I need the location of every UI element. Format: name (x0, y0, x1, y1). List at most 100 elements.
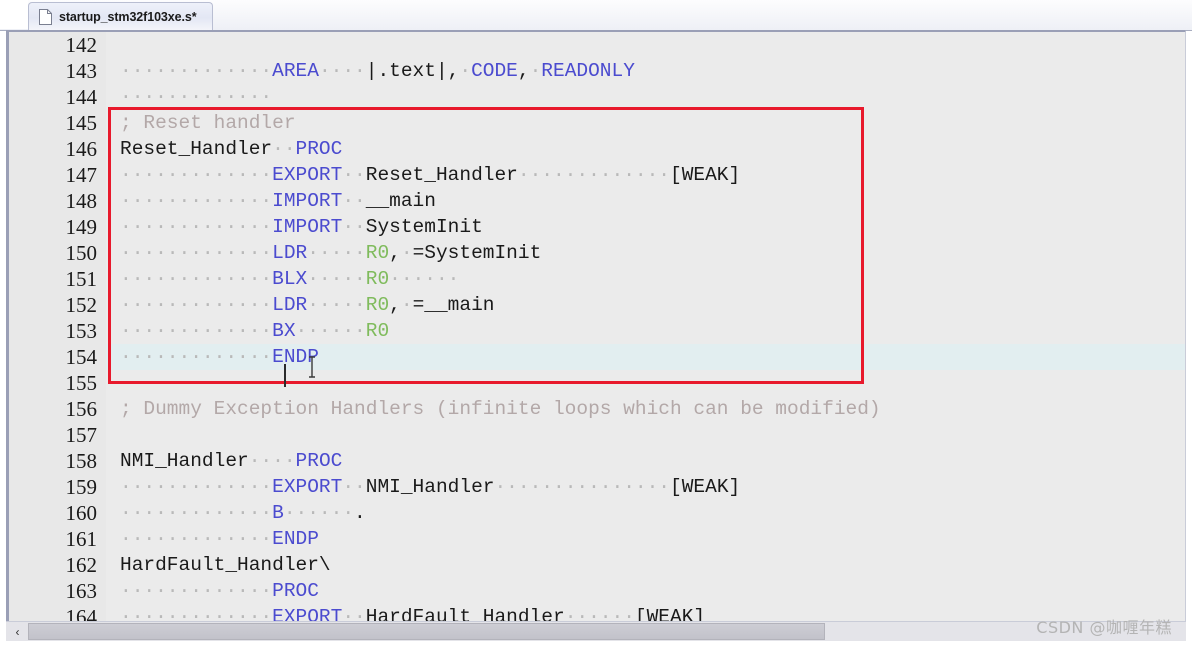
code-token-kw: AREA (272, 60, 319, 82)
code-token-ws: ············· (120, 86, 273, 108)
line-number: 159 (65, 475, 98, 499)
scrollbar-thumb[interactable] (28, 623, 825, 640)
code-line[interactable]: ·············BLX·····R0······ (106, 266, 1185, 292)
code-line[interactable]: ·············EXPORT··Reset_Handler······… (106, 162, 1185, 188)
code-token-kw: READONLY (541, 60, 635, 82)
line-number: 145 (65, 111, 98, 135)
tab-label: startup_stm32f103xe.s* (59, 9, 197, 24)
code-token-ws: ···· (318, 60, 366, 82)
code-token-ws: ··············· (494, 476, 671, 498)
code-line[interactable]: ············· (106, 84, 1185, 110)
line-number: 149 (65, 215, 98, 239)
code-line[interactable]: ·············EXPORT··NMI_Handler········… (106, 474, 1185, 500)
code-token-plain: Reset_Handler (120, 138, 273, 160)
code-token-plain: . (354, 502, 366, 524)
code-line[interactable]: ; Dummy Exception Handlers (infinite loo… (106, 396, 1185, 422)
code-token-ws: ············· (517, 164, 670, 186)
line-number: 151 (65, 267, 98, 291)
line-number: 162 (65, 553, 98, 577)
code-token-ws: ····· (307, 268, 366, 290)
code-token-ws: ············· (120, 320, 273, 342)
code-token-ws: ···· (248, 450, 296, 472)
code-line[interactable]: ·············BX······R0 (106, 318, 1185, 344)
code-token-ws: ·· (272, 138, 296, 160)
editor-window: startup_stm32f103xe.s* 142 143 144 145 146 14… (0, 0, 1192, 648)
code-line[interactable]: ·············PROC (106, 578, 1185, 604)
code-token-plain: , (389, 294, 401, 316)
code-token-plain: , (517, 60, 530, 82)
code-line[interactable]: ; Reset handler (106, 110, 1185, 136)
code-token-ws: ············· (120, 476, 273, 498)
code-token-kw: CODE (471, 60, 518, 82)
line-number: 152 (65, 293, 98, 317)
code-token-kw: PROC (295, 450, 343, 472)
line-number: 146 (65, 137, 98, 161)
code-token-kw: IMPORT (272, 216, 343, 238)
code-token-kw: EXPORT (272, 164, 343, 186)
code-token-kw: BX (272, 320, 296, 342)
tab-strip: startup_stm32f103xe.s* (0, 0, 1192, 31)
code-token-com: ; Dummy Exception Handlers (infinite loo… (120, 398, 881, 420)
code-line[interactable] (106, 422, 1185, 448)
line-number: 150 (65, 241, 98, 265)
line-number-gutter: 142 143 144 145 146 147 148 149 150 151 152 153 154 1… (9, 32, 106, 640)
mouse-ibeam-cursor (305, 354, 319, 380)
code-token-ws: ············· (120, 294, 273, 316)
code-line[interactable]: ·············ENDP (106, 526, 1185, 552)
code-line[interactable]: ·············ENDP (106, 344, 1185, 370)
line-number: 158 (65, 449, 98, 473)
code-token-kw: EXPORT (272, 476, 343, 498)
code-line[interactable] (106, 370, 1185, 396)
line-number: 163 (65, 579, 98, 603)
code-token-kw: ENDP (272, 528, 319, 550)
code-token-ws: · (529, 60, 542, 82)
code-line[interactable]: NMI_Handler····PROC (106, 448, 1185, 474)
code-line[interactable]: ·············IMPORT··SystemInit (106, 214, 1185, 240)
document-icon (39, 8, 52, 25)
code-token-reg: R0 (365, 242, 390, 264)
code-token-kw: LDR (272, 294, 308, 316)
line-number: 153 (65, 319, 98, 343)
horizontal-scrollbar[interactable]: ‹ (6, 621, 1186, 641)
line-number: 144 (65, 85, 98, 109)
code-token-ws: ····· (307, 294, 366, 316)
code-token-kw: PROC (272, 580, 319, 602)
code-line[interactable]: ·············LDR·····R0,·=SystemInit (106, 240, 1185, 266)
code-token-ws: ············· (120, 268, 273, 290)
code-line[interactable]: ·············B······. (106, 500, 1185, 526)
code-line[interactable]: Reset_Handler··PROC (106, 136, 1185, 162)
line-number: 160 (65, 501, 98, 525)
scroll-left-arrow-icon[interactable]: ‹ (8, 623, 27, 640)
code-token-plain: =SystemInit (412, 242, 542, 264)
code-line[interactable] (106, 32, 1185, 58)
tab-startup-file[interactable]: startup_stm32f103xe.s* (28, 2, 214, 30)
code-token-plain: [WEAK] (670, 476, 741, 498)
line-number: 157 (65, 423, 98, 447)
code-token-plain: NMI_Handler (120, 450, 249, 472)
code-token-ws: ············· (120, 60, 273, 82)
line-number: 161 (65, 527, 98, 551)
code-token-ws: ············· (120, 580, 273, 602)
code-token-com: ; Reset handler (120, 112, 296, 134)
code-line[interactable]: ·············LDR·····R0,·=__main (106, 292, 1185, 318)
line-number: 154 (65, 345, 98, 369)
watermark: CSDN @咖喱年糕 (1036, 618, 1172, 637)
code-token-ws: ············· (120, 164, 273, 186)
code-line[interactable]: HardFault_Handler\ (106, 552, 1185, 578)
code-line[interactable]: ·············AREA····|.text|,·CODE,·READ… (106, 58, 1185, 84)
line-number: 142 (65, 33, 98, 57)
code-token-ws: ············· (120, 502, 273, 524)
code-token-reg: R0 (365, 294, 390, 316)
code-area[interactable]: ·············AREA····|.text|,·CODE,·READ… (106, 32, 1185, 640)
line-number: 148 (65, 189, 98, 213)
code-token-ws: ············· (120, 242, 273, 264)
editor-frame: 142 143 144 145 146 147 148 149 150 151 152 153 154 1… (6, 30, 1186, 641)
text-caret (284, 364, 286, 387)
code-token-kw: B (272, 502, 284, 524)
line-number: 147 (65, 163, 98, 187)
code-line[interactable]: ·············IMPORT··__main (106, 188, 1185, 214)
code-token-ws: ·· (342, 216, 366, 238)
code-token-ws: ······ (295, 320, 366, 342)
code-token-plain: , (389, 242, 401, 264)
code-token-plain: Reset_Handler (365, 164, 518, 186)
